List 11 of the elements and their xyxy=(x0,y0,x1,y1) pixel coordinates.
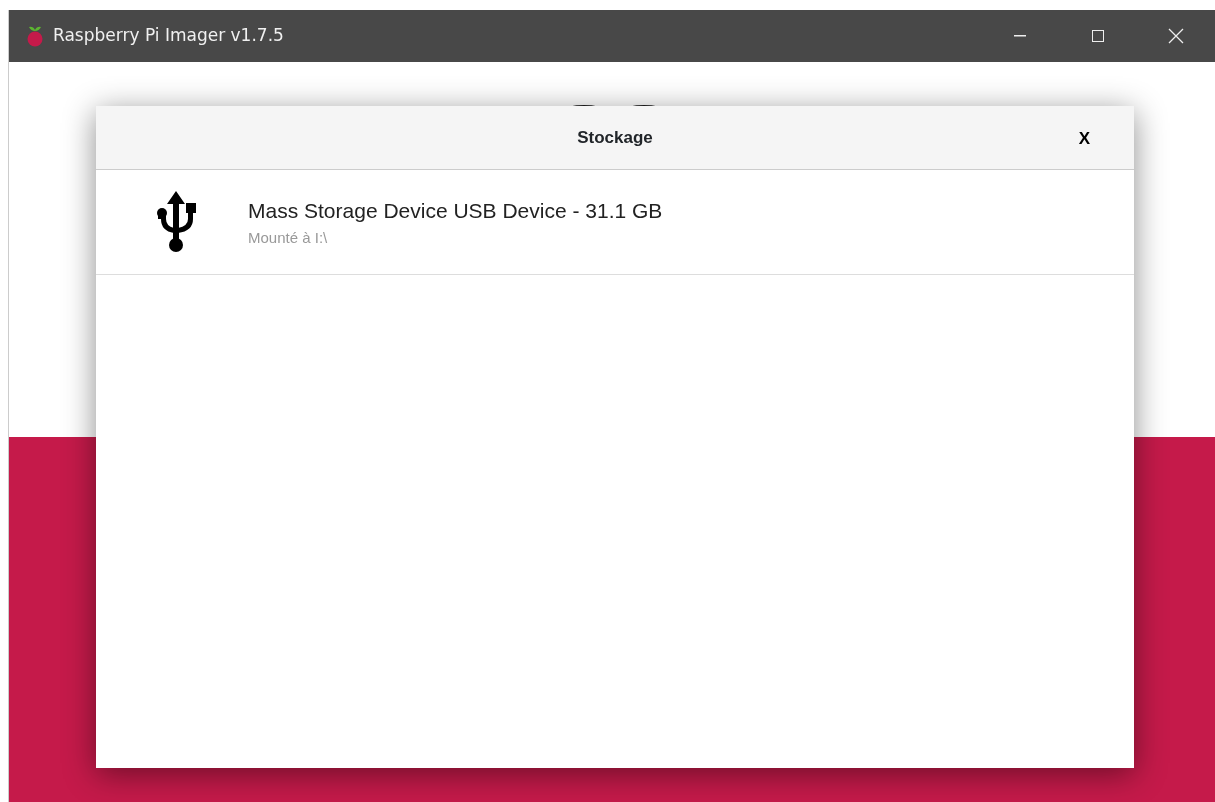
window-title: Raspberry Pi Imager v1.7.5 xyxy=(53,24,284,48)
close-button[interactable]: X xyxy=(1078,126,1090,152)
maximize-icon xyxy=(1090,28,1106,44)
minimize-icon xyxy=(1014,35,1026,37)
dialog-title: Stockage xyxy=(577,126,653,149)
close-icon xyxy=(1167,27,1185,45)
device-item[interactable]: Mass Storage Device USB Device - 31.1 GB Mounté à I:\ xyxy=(96,170,1134,275)
mount-path: Mounté à I:\ xyxy=(248,227,329,248)
usb-icon xyxy=(154,189,198,255)
raspberry-icon xyxy=(25,25,45,47)
device-name: Mass Storage Device USB Device - 31.1 GB xyxy=(248,198,663,224)
